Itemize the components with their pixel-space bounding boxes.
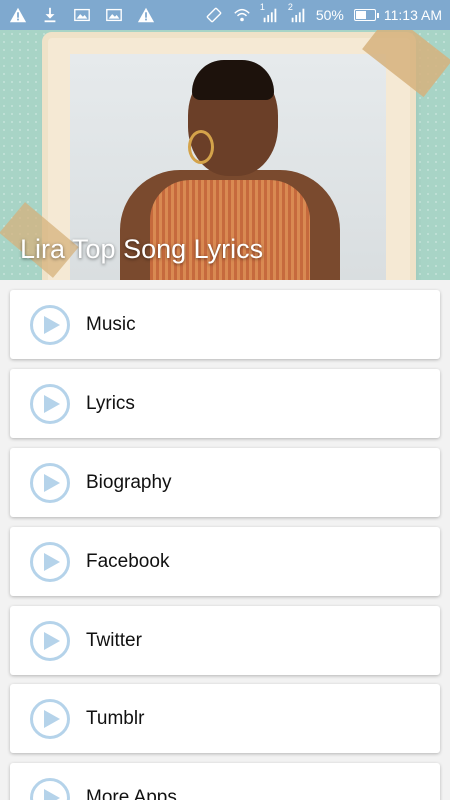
menu-item-lyrics[interactable]: Lyrics (10, 369, 440, 438)
image-icon (104, 6, 124, 24)
app-title: Lira Top Song Lyrics (20, 234, 264, 264)
sim2-label: 2 (287, 2, 293, 12)
play-circle-icon (30, 541, 70, 582)
menu-item-label: Biography (86, 471, 172, 493)
menu-item-facebook[interactable]: Facebook (10, 527, 440, 596)
download-icon (40, 6, 60, 24)
clock: 11:13 AM (383, 7, 442, 23)
play-circle-icon (30, 462, 70, 503)
menu-item-twitter[interactable]: Twitter (10, 606, 440, 675)
menu-item-biography[interactable]: Biography (10, 448, 440, 517)
menu-item-music[interactable]: Music (10, 290, 440, 359)
play-circle-icon (30, 383, 70, 424)
battery-icon (353, 9, 379, 21)
menu-item-tumblr[interactable]: Tumblr (10, 684, 440, 753)
menu-item-label: Tumblr (86, 707, 145, 729)
menu-item-label: More Apps (86, 786, 177, 800)
play-circle-icon (30, 620, 70, 661)
menu-item-label: Lyrics (86, 392, 135, 414)
play-circle-icon (30, 777, 70, 800)
sim1-label: 1 (259, 2, 265, 12)
menu-item-label: Music (86, 313, 136, 335)
vibrate-icon (204, 6, 224, 24)
header-banner: Lira Top Song Lyrics (0, 30, 450, 280)
warning-icon (8, 6, 28, 24)
menu-item-label: Twitter (86, 629, 142, 651)
battery-percent: 50% (315, 7, 344, 23)
status-bar: 1 2 50% 11:13 AM (0, 0, 450, 30)
notification-icons (8, 6, 156, 24)
image-icon (72, 6, 92, 24)
play-circle-icon (30, 304, 70, 345)
menu-item-more-apps[interactable]: More Apps (10, 763, 440, 800)
earring (188, 130, 214, 164)
system-icons: 1 2 50% 11:13 AM (204, 2, 442, 24)
warning-icon (136, 6, 156, 24)
signal-icon: 1 (260, 2, 280, 24)
menu-item-label: Facebook (86, 550, 170, 572)
play-circle-icon (30, 698, 70, 739)
signal-icon: 2 (288, 2, 308, 24)
wifi-icon (232, 6, 252, 24)
